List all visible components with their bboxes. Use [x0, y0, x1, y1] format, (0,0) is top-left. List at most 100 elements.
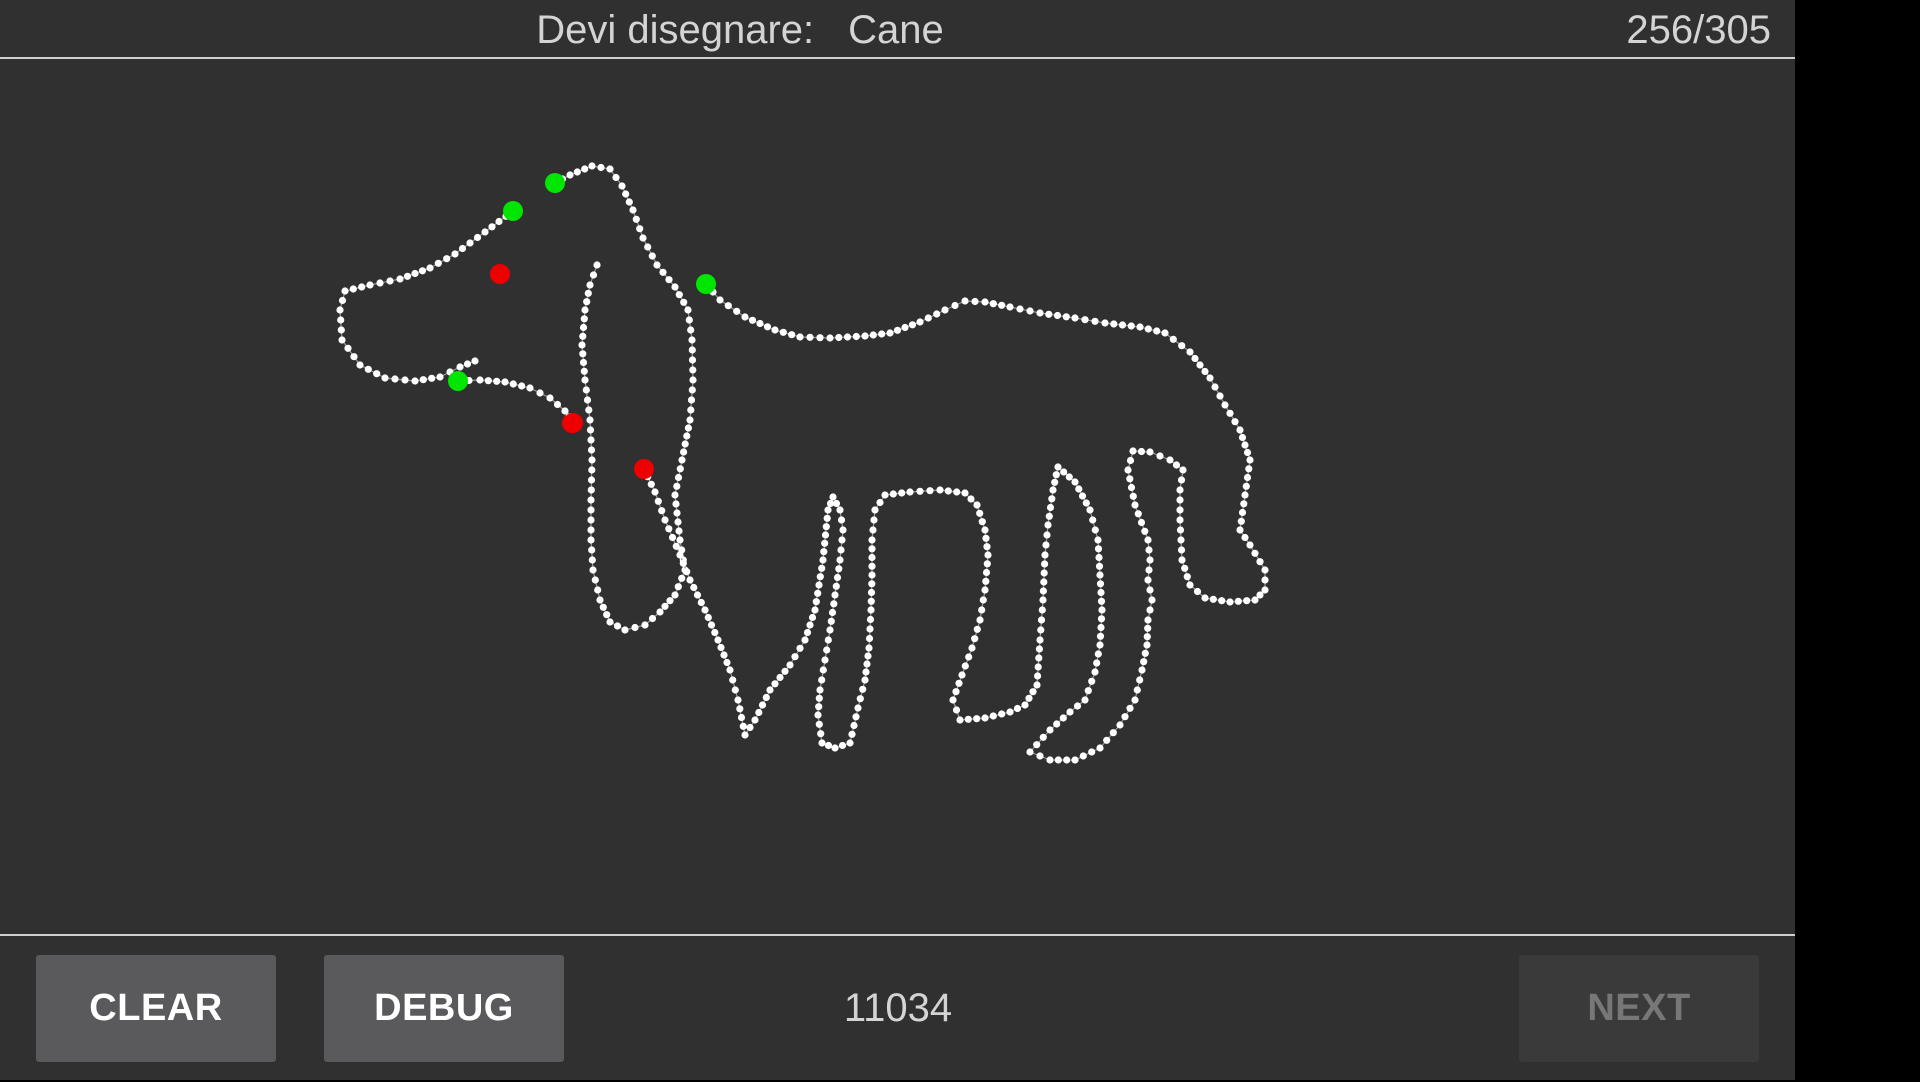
stroke-point [981, 714, 989, 722]
stroke-point [1127, 483, 1136, 492]
stroke-point [373, 370, 381, 378]
clear-button[interactable]: CLEAR [36, 955, 276, 1062]
stroke-point [1035, 645, 1043, 653]
stroke-point [878, 330, 886, 338]
footer-bar: CLEAR DEBUG 11034 NEXT [0, 934, 1795, 1082]
stroke-point [579, 332, 587, 340]
stroke-point [526, 384, 534, 392]
header-bar: Devi disegnare: Cane 256/305 [0, 0, 1795, 59]
stroke-point [1156, 452, 1164, 460]
stroke-point [1140, 658, 1148, 666]
stroke-point [998, 301, 1006, 309]
stroke-point [848, 730, 856, 738]
stroke-point [816, 334, 824, 342]
stroke-point [952, 706, 961, 714]
stroke-point [1209, 595, 1217, 603]
stroke-point [689, 376, 697, 384]
stroke-point [826, 499, 835, 508]
stroke-point [473, 233, 482, 242]
stroke-point [1091, 668, 1099, 676]
stroke-point [936, 486, 944, 494]
stroke-point [690, 583, 698, 592]
stroke-point [586, 426, 595, 434]
stroke-point [941, 306, 949, 314]
stroke-point [1218, 597, 1226, 605]
stroke-point [648, 614, 657, 623]
stroke-point [906, 488, 914, 496]
stroke-point [1127, 322, 1135, 330]
stroke-point [716, 296, 724, 304]
stroke-point [1073, 702, 1082, 710]
stroke-point [495, 217, 503, 226]
stroke-point [1081, 696, 1089, 704]
stroke-point [781, 667, 789, 675]
stroke-point [589, 566, 597, 574]
stroke-point [659, 268, 667, 276]
stroke-point [1026, 748, 1034, 756]
stroke-point [1121, 713, 1129, 721]
stroke-point [1144, 624, 1152, 632]
stroke-point [566, 171, 574, 179]
stroke-point [1071, 314, 1079, 322]
stroke-point [1141, 527, 1149, 535]
debug-button[interactable]: DEBUG [324, 955, 564, 1062]
stroke-point [864, 652, 872, 660]
stroke-point [1143, 633, 1151, 641]
score-value: 11034 [843, 986, 953, 1030]
stroke-point [673, 482, 681, 490]
stroke-point [338, 336, 346, 344]
stroke-point [580, 367, 588, 375]
stroke-point [720, 651, 728, 659]
stroke-point [366, 281, 374, 289]
stroke-point [1161, 329, 1169, 337]
stroke-point [603, 611, 611, 619]
stroke-point [1238, 508, 1247, 517]
stroke-point [856, 695, 864, 703]
stroke-point [476, 376, 484, 384]
stroke-point [588, 162, 596, 170]
stroke-point [426, 264, 434, 272]
stroke-point [1062, 313, 1070, 321]
stroke-point [766, 686, 774, 694]
stroke-point [428, 374, 436, 382]
stroke-point [886, 329, 894, 337]
stroke-point [536, 389, 544, 397]
stroke-point [683, 568, 691, 576]
stroke-point [707, 621, 716, 629]
stroke-point [956, 716, 964, 724]
stroke-point [831, 591, 839, 599]
stroke-point [654, 497, 662, 505]
stroke-point [1053, 311, 1062, 320]
stroke-point [762, 693, 770, 702]
stroke-point [587, 436, 595, 444]
stroke-point [822, 523, 830, 531]
stroke-point [688, 356, 697, 364]
stroke-point [671, 591, 679, 599]
stroke-point [1226, 598, 1234, 606]
stroke-point [1133, 686, 1141, 694]
stroke-point [434, 259, 442, 267]
stroke-point [553, 400, 562, 409]
stroke-point [1110, 320, 1118, 328]
stroke-point [581, 376, 589, 384]
stroke-point [629, 206, 637, 214]
stroke-point [1243, 448, 1252, 457]
stroke-point [981, 298, 989, 306]
stroke-point [676, 536, 684, 544]
stroke-point [583, 298, 591, 306]
stroke-point [1131, 696, 1139, 704]
stroke-point [839, 526, 847, 534]
next-button[interactable]: NEXT [1519, 955, 1759, 1062]
stroke-point [1097, 615, 1106, 623]
stroke-point [771, 326, 779, 334]
stroke-point [821, 656, 829, 664]
stroke-point [1126, 456, 1135, 465]
stroke-point [868, 562, 876, 570]
drawing-canvas[interactable] [0, 59, 1795, 934]
stroke-point [1052, 471, 1060, 479]
stroke-end-marker [490, 264, 510, 284]
stroke-point [1126, 704, 1134, 712]
stroke-point [599, 603, 607, 611]
stroke-point [755, 708, 763, 717]
stroke-point [829, 493, 837, 501]
